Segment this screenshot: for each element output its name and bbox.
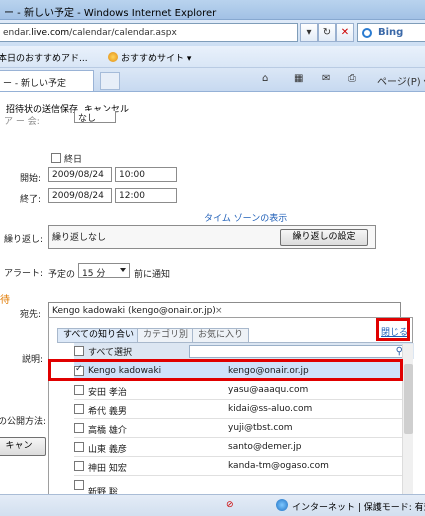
tab-all-contacts[interactable]: すべての知り合い: [57, 328, 141, 342]
alert-select[interactable]: 15 分: [78, 263, 130, 279]
contact-row[interactable]: 神田 知宏 kanda-tm@ogaso.com: [74, 457, 404, 476]
to-label: 宛先:: [20, 310, 42, 320]
event-command-bar: 招待状の送信 保存 キャンセル: [0, 100, 425, 116]
start-time-input[interactable]: 10:00: [115, 167, 177, 182]
status-zone: インターネット | 保護モード: 有効: [292, 503, 425, 513]
contact-row[interactable]: 希代 義男 kidai@ss-aluo.com: [74, 400, 404, 419]
partial-row-label: ア ー 会:: [4, 117, 40, 127]
contact-list-scrollbar[interactable]: [402, 344, 413, 495]
contact-email: santo@demer.jp: [228, 442, 302, 452]
contact-email: yuji@tbst.com: [228, 423, 293, 433]
address-bar[interactable]: endar.live.com/calendar/calendar.aspx: [0, 23, 298, 42]
contact-checkbox[interactable]: [74, 423, 84, 433]
search-engine-label: Bing: [378, 27, 404, 38]
home-icon[interactable]: ⌂: [262, 73, 268, 84]
contact-name: 高橋 雄介: [88, 426, 127, 436]
bing-icon: [362, 28, 372, 38]
partial-row-select[interactable]: なし: [74, 111, 116, 124]
print-icon[interactable]: ⎙: [348, 73, 356, 84]
tab-favorites[interactable]: お気に入り: [192, 328, 250, 342]
contact-checkbox[interactable]: [74, 461, 84, 471]
contact-email: yasu@aaaqu.com: [228, 385, 309, 395]
description-label: 説明:: [22, 355, 44, 365]
search-box[interactable]: Bing: [357, 23, 425, 42]
highlight-selected-contact: [48, 359, 403, 381]
page-menu[interactable]: ページ(P) ▾: [377, 73, 425, 88]
recipient-token: Kengo kadowaki (kengo@onair.or.jp): [52, 306, 216, 316]
status-bar: ⊘ インターネット | 保護モード: 有効: [0, 494, 425, 516]
contact-email: kidai@ss-aluo.com: [228, 404, 313, 414]
allday-label: 終日: [64, 155, 83, 165]
end-date-input[interactable]: 2009/08/24: [48, 188, 112, 203]
contact-search-input[interactable]: ⚲: [189, 345, 407, 358]
highlight-close-link: [376, 318, 410, 341]
invite-section-heading: 待: [0, 295, 10, 306]
ie-icon: [108, 52, 118, 62]
globe-icon: [276, 499, 288, 511]
window-titlebar: ー - 新しい予定 - Windows Internet Explorer: [0, 0, 425, 20]
repeat-settings-button[interactable]: 繰り返しの設定: [280, 229, 368, 246]
tab-new-event[interactable]: ー - 新しい予定: [0, 70, 94, 91]
alert-prefix: 予定の: [48, 270, 76, 280]
feeds-icon[interactable]: ▦: [294, 73, 303, 84]
contact-row[interactable]: 高橋 雄介 yuji@tbst.com: [74, 419, 404, 438]
favorites-item-recommended-ad[interactable]: 本日のおすすめアド...: [0, 51, 88, 64]
new-tab-button[interactable]: [100, 72, 120, 90]
visibility-label: の公開方法:: [0, 417, 47, 427]
address-dropdown-icon[interactable]: ▾: [300, 23, 318, 42]
contact-checkbox[interactable]: [74, 480, 84, 490]
end-label: 終了:: [20, 195, 42, 205]
contact-name: 神田 知宏: [88, 464, 127, 474]
repeat-label: 繰り返し:: [4, 235, 44, 245]
alert-suffix: 前に通知: [134, 270, 171, 280]
tab-bar: ー - 新しい予定 ⌂ ▦ ✉ ⎙ ページ(P) ▾: [0, 68, 425, 92]
start-date-input[interactable]: 2009/08/24: [48, 167, 112, 182]
allday-checkbox[interactable]: [51, 153, 61, 163]
contact-checkbox[interactable]: [74, 442, 84, 452]
favorites-bar: 本日のおすすめアド... おすすめサイト ▾: [0, 46, 425, 68]
chevron-down-icon: [120, 268, 126, 272]
refresh-icon[interactable]: ↻: [318, 23, 336, 42]
contact-row[interactable]: 安田 孝治 yasu@aaaqu.com: [74, 381, 404, 400]
end-time-input[interactable]: 12:00: [115, 188, 177, 203]
contact-checkbox[interactable]: [74, 404, 84, 414]
contact-name: 希代 義男: [88, 407, 127, 417]
scrollbar-thumb[interactable]: [404, 364, 413, 434]
select-all-label: すべて選択: [88, 348, 133, 358]
stop-icon[interactable]: ✕: [336, 23, 354, 42]
timezone-link[interactable]: タイム ゾーンの表示: [204, 211, 287, 224]
alert-label: アラート:: [4, 269, 44, 279]
contact-email: kanda-tm@ogaso.com: [228, 461, 329, 471]
contact-row[interactable]: 山東 義彦 santo@demer.jp: [74, 438, 404, 457]
tab-by-category[interactable]: カテゴリ別: [137, 328, 195, 342]
contact-checkbox[interactable]: [74, 385, 84, 395]
contact-picker: すべての知り合い カテゴリ別 お気に入り 閉じる すべて選択 ⚲ Kengo k…: [48, 317, 414, 495]
favorites-item-recommended-sites[interactable]: おすすめサイト ▾: [108, 51, 191, 64]
address-url: endar.live.com/calendar/calendar.aspx: [3, 28, 177, 38]
start-label: 開始:: [20, 174, 42, 184]
mail-icon[interactable]: ✉: [322, 73, 330, 84]
remove-recipient-icon[interactable]: ×: [215, 306, 223, 316]
window-title: ー - 新しい予定 - Windows Internet Explorer: [4, 8, 217, 19]
contact-name: 安田 孝治: [88, 388, 127, 398]
cancel-bottom-button[interactable]: キャン: [0, 437, 46, 456]
blocked-icon: ⊘: [226, 500, 234, 510]
address-toolbar: endar.live.com/calendar/calendar.aspx ▾ …: [0, 20, 425, 46]
select-all-checkbox[interactable]: [74, 346, 84, 356]
contact-name: 山東 義彦: [88, 445, 127, 455]
contact-row[interactable]: 新野 聡: [74, 476, 404, 495]
